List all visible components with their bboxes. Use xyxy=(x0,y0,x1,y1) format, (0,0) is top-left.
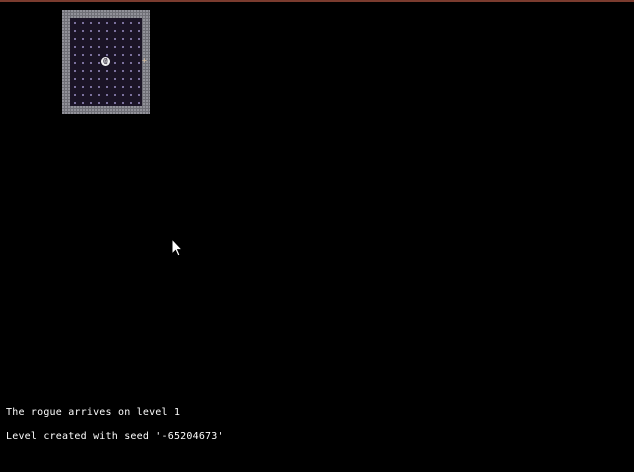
window-top-border xyxy=(0,0,634,2)
message-log: The rogue arrives on level 1 Level creat… xyxy=(6,393,224,457)
message-line: Level created with seed '-65204673' xyxy=(6,431,224,442)
player-rogue: @ xyxy=(101,57,110,66)
mouse-pointer-icon xyxy=(171,238,183,257)
game-screen[interactable]: @ + The rogue arrives on level 1 Level c… xyxy=(0,0,634,472)
message-line: The rogue arrives on level 1 xyxy=(6,407,181,418)
door-tile: + xyxy=(142,56,147,65)
